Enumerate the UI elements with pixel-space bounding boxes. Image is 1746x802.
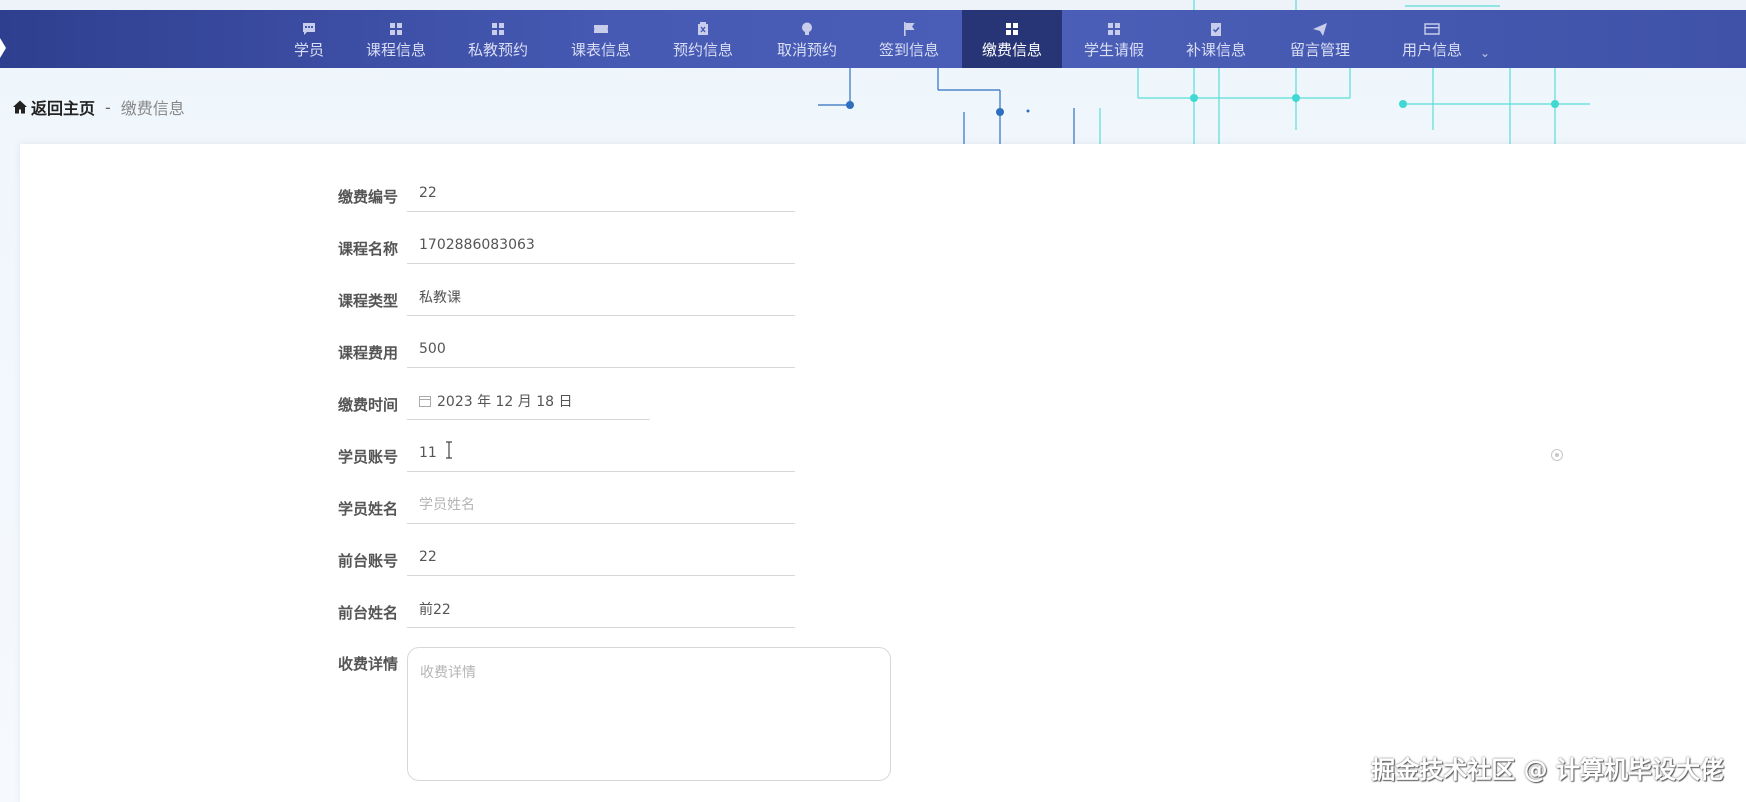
grid-icon <box>387 20 405 38</box>
nav-item-private-booking[interactable]: 私教预约 <box>462 10 534 68</box>
course-fee-label: 课程费用 <box>337 344 398 362</box>
clipboard-icon <box>1207 20 1225 38</box>
fee-details-textarea[interactable] <box>407 647 891 781</box>
course-name-input[interactable] <box>407 226 795 264</box>
home-icon <box>13 100 27 114</box>
nav-item-check-in[interactable]: 签到信息 <box>873 10 945 68</box>
nav-item-label: 补课信息 <box>1185 40 1246 59</box>
card-icon <box>1423 20 1441 38</box>
watermark: 掘金技术社区 @ 计算机毕设大佬 <box>1371 756 1724 784</box>
nav-item-label: 签到信息 <box>878 40 939 59</box>
breadcrumb: 返回主页 - 缴费信息 <box>12 96 185 118</box>
top-navbar: 学员 课程信息 私教预约 课表信息 预约信息 取消预约 签到信息 缴费信息 学生… <box>0 10 1746 68</box>
student-account-label: 学员账号 <box>337 448 398 466</box>
chevron-down-icon[interactable]: ⌄ <box>1480 46 1490 60</box>
nav-item-cancel-booking[interactable]: 取消预约 <box>771 10 843 68</box>
back-home-link[interactable]: 返回主页 <box>31 95 95 119</box>
nav-item-booking-info[interactable]: 预约信息 <box>667 10 739 68</box>
form-panel: 缴费编号 课程名称 课程类型 课程费用 缴费时间 2023 年 12 月 18 … <box>20 144 1746 802</box>
chat-icon <box>300 20 318 38</box>
payment-no-label: 缴费编号 <box>337 188 398 206</box>
ticket-icon <box>592 20 610 38</box>
grid-icon <box>1003 20 1021 38</box>
nav-item-label: 学员 <box>293 40 324 59</box>
nav-item-label: 预约信息 <box>672 40 733 59</box>
top-strip <box>0 0 1746 10</box>
nav-item-makeup-class[interactable]: 补课信息 <box>1180 10 1252 68</box>
nav-item-label: 学生请假 <box>1083 40 1144 59</box>
nav-item-label: 缴费信息 <box>981 40 1042 59</box>
flag-icon <box>900 20 918 38</box>
nav-item-label: 课程信息 <box>365 40 426 59</box>
student-name-input[interactable] <box>407 486 795 524</box>
reception-name-label: 前台姓名 <box>337 604 398 622</box>
send-icon <box>1311 20 1329 38</box>
breadcrumb-separator: - <box>105 97 111 117</box>
course-fee-input[interactable] <box>407 330 795 368</box>
course-name-label: 课程名称 <box>337 240 398 258</box>
calendar-icon <box>419 395 431 407</box>
payment-time-date-picker[interactable]: 2023 年 12 月 18 日 <box>407 382 650 420</box>
nav-item-payment-info[interactable]: 缴费信息 <box>962 10 1062 68</box>
nav-item-label: 取消预约 <box>776 40 837 59</box>
nav-item-label: 课表信息 <box>570 40 631 59</box>
course-type-input[interactable] <box>407 278 795 316</box>
delete-box-icon <box>694 20 712 38</box>
student-name-label: 学员姓名 <box>337 500 398 518</box>
nav-item-label: 留言管理 <box>1289 40 1350 59</box>
bulb-icon <box>798 20 816 38</box>
nav-item-student-leave[interactable]: 学生请假 <box>1078 10 1150 68</box>
student-account-input[interactable] <box>407 434 795 472</box>
payment-time-label: 缴费时间 <box>337 396 398 414</box>
breadcrumb-current: 缴费信息 <box>120 99 185 118</box>
nav-item-label: 用户信息 <box>1401 40 1462 59</box>
reception-account-input[interactable] <box>407 538 795 576</box>
payment-time-value: 2023 年 12 月 18 日 <box>437 393 573 410</box>
reception-name-input[interactable] <box>407 590 795 628</box>
text-cursor-icon <box>446 441 452 459</box>
grid-icon <box>489 20 507 38</box>
close-circle-icon[interactable] <box>1550 448 1564 462</box>
nav-item-course-info[interactable]: 课程信息 <box>360 10 432 68</box>
fee-details-label: 收费详情 <box>337 655 398 673</box>
nav-item-label: 私教预约 <box>467 40 528 59</box>
grid-icon <box>1105 20 1123 38</box>
sidebar-toggle-icon[interactable] <box>0 38 6 58</box>
nav-item-messages[interactable]: 留言管理 <box>1284 10 1356 68</box>
payment-no-input[interactable] <box>407 174 795 212</box>
nav-item-user-info[interactable]: 用户信息 <box>1396 10 1468 68</box>
nav-item-students[interactable]: 学员 <box>284 10 334 68</box>
reception-account-label: 前台账号 <box>337 552 398 570</box>
course-type-label: 课程类型 <box>337 292 398 310</box>
nav-item-schedule[interactable]: 课表信息 <box>565 10 637 68</box>
